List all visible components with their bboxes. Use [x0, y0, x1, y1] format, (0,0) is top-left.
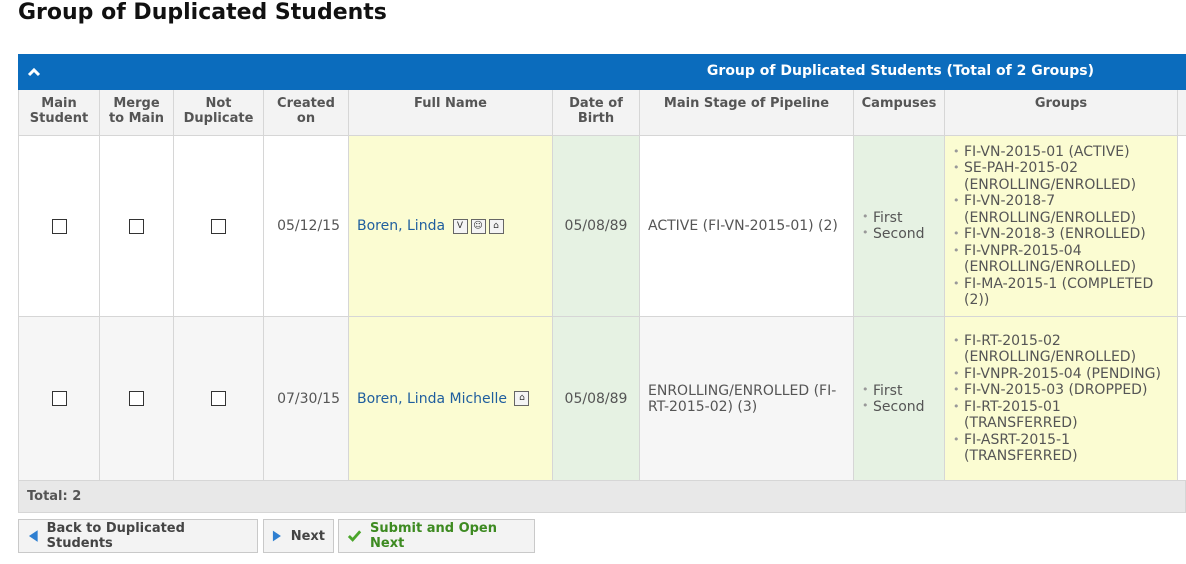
back-button-label: Back to Duplicated Students: [46, 521, 185, 551]
group-list: FI-VN-2015-01 (ACTIVE) SE-PAH-2015-02 (E…: [953, 144, 1169, 309]
merge-to-main-checkbox[interactable]: [129, 218, 144, 234]
list-item: FI-ASRT-2015-1 (TRANSFERRED): [953, 432, 1169, 465]
back-button[interactable]: Back to Duplicated Students: [18, 519, 258, 553]
column-header[interactable]: Created on: [263, 90, 349, 136]
duplicates-panel: Group of Duplicated Students (Total of 2…: [18, 54, 1186, 513]
full-name-cell: Boren, Linda V ☺ ⌂: [348, 135, 553, 317]
campuses-cell: First Second: [853, 135, 945, 317]
list-item: Second: [862, 226, 936, 242]
duplicates-table: Main Student Merge to Main Not Duplicate…: [18, 90, 1186, 481]
table-row: 07/30/15 Boren, Linda Michelle ⌂ 05/08/8…: [18, 316, 1186, 481]
column-header[interactable]: Main Stage of Pipeline: [639, 90, 854, 136]
full-name-cell: Boren, Linda Michelle ⌂: [348, 316, 553, 481]
main-student-cell: [18, 316, 100, 481]
main-student-checkbox[interactable]: [51, 391, 67, 406]
list-item: First: [862, 210, 936, 226]
not-duplicate-cell: [173, 316, 264, 481]
list-item: FI-MA-2015-1 (COMPLETED (2)): [953, 276, 1169, 309]
panel-header: Group of Duplicated Students (Total of 2…: [18, 54, 1186, 90]
panel-title: Group of Duplicated Students (Total of 2…: [706, 63, 1094, 79]
created-on-cell: 05/12/15: [263, 135, 349, 317]
student-name-link[interactable]: Boren, Linda Michelle: [357, 391, 507, 407]
merge-cell: [99, 135, 174, 317]
list-item: FI-RT-2015-02 (ENROLLING/ENROLLED): [953, 333, 1169, 366]
chevron-up-icon[interactable]: [26, 64, 42, 80]
list-item: SE-PAH-2015-02 (ENROLLING/ENROLLED): [953, 160, 1169, 193]
main-student-cell: [18, 135, 100, 317]
triangle-left-icon: [28, 530, 38, 542]
checkmark-icon: [347, 530, 362, 542]
merge-cell: [99, 316, 174, 481]
groups-cell: FI-VN-2015-01 (ACTIVE) SE-PAH-2015-02 (E…: [944, 135, 1178, 317]
main-student-checkbox[interactable]: [51, 218, 67, 234]
next-button-label: Next: [290, 528, 325, 544]
v-badge-icon[interactable]: V: [452, 218, 468, 234]
list-item: FI-VN-2015-01 (ACTIVE): [953, 144, 1169, 161]
total-footer: Total: 2: [18, 481, 1186, 513]
not-duplicate-cell: [173, 135, 264, 317]
not-duplicate-checkbox[interactable]: [211, 218, 226, 234]
triangle-right-icon: [272, 530, 281, 542]
merge-to-main-checkbox[interactable]: [129, 391, 144, 406]
list-item: First: [862, 383, 936, 399]
submit-button-label: Submit and Open Next: [370, 521, 497, 551]
column-header[interactable]: Not Duplicate: [173, 90, 264, 136]
table-header-row: Main Student Merge to Main Not Duplicate…: [18, 90, 1186, 136]
column-header-filler: [1177, 90, 1186, 136]
student-name-link[interactable]: Boren, Linda: [357, 218, 445, 234]
stage-cell: ACTIVE (FI-VN-2015-01) (2): [639, 135, 854, 317]
not-duplicate-checkbox[interactable]: [211, 391, 226, 406]
row-filler: [1177, 316, 1186, 481]
list-item: FI-VN-2018-7 (ENROLLING/ENROLLED): [953, 193, 1169, 226]
next-button[interactable]: Next: [263, 519, 334, 553]
submit-open-next-button[interactable]: Submit and Open Next: [338, 519, 535, 553]
row-filler: [1177, 135, 1186, 317]
person-badge-icon[interactable]: ☺: [470, 218, 486, 234]
list-item: FI-RT-2015-01 (TRANSFERRED): [953, 399, 1169, 432]
column-header[interactable]: Groups: [944, 90, 1178, 136]
list-item: FI-VN-2015-03 (DROPPED): [953, 382, 1169, 399]
list-item: FI-VN-2018-3 (ENROLLED): [953, 226, 1169, 243]
column-header[interactable]: Merge to Main: [99, 90, 174, 136]
dob-cell: 05/08/89: [552, 135, 640, 317]
campuses-cell: First Second: [853, 316, 945, 481]
home-badge-icon[interactable]: ⌂: [488, 218, 504, 234]
home-badge-icon[interactable]: ⌂: [514, 391, 530, 406]
column-header[interactable]: Date of Birth: [552, 90, 640, 136]
page-title: Group of Duplicated Students: [18, 0, 387, 25]
campus-list: First Second: [862, 383, 936, 415]
campus-list: First Second: [862, 210, 936, 242]
dob-cell: 05/08/89: [552, 316, 640, 481]
column-header[interactable]: Campuses: [853, 90, 945, 136]
groups-cell: FI-RT-2015-02 (ENROLLING/ENROLLED) FI-VN…: [944, 316, 1178, 481]
column-header[interactable]: Main Student: [18, 90, 100, 136]
column-header[interactable]: Full Name: [348, 90, 553, 136]
list-item: Second: [862, 399, 936, 415]
group-list: FI-RT-2015-02 (ENROLLING/ENROLLED) FI-VN…: [953, 333, 1169, 465]
table-row: 05/12/15 Boren, Linda V ☺ ⌂ 05/08/89 ACTIV…: [18, 135, 1186, 317]
list-item: FI-VNPR-2015-04 (PENDING): [953, 366, 1169, 383]
created-on-cell: 07/30/15: [263, 316, 349, 481]
list-item: FI-VNPR-2015-04 (ENROLLING/ENROLLED): [953, 243, 1169, 276]
stage-cell: ENROLLING/ENROLLED (FI-RT-2015-02) (3): [639, 316, 854, 481]
